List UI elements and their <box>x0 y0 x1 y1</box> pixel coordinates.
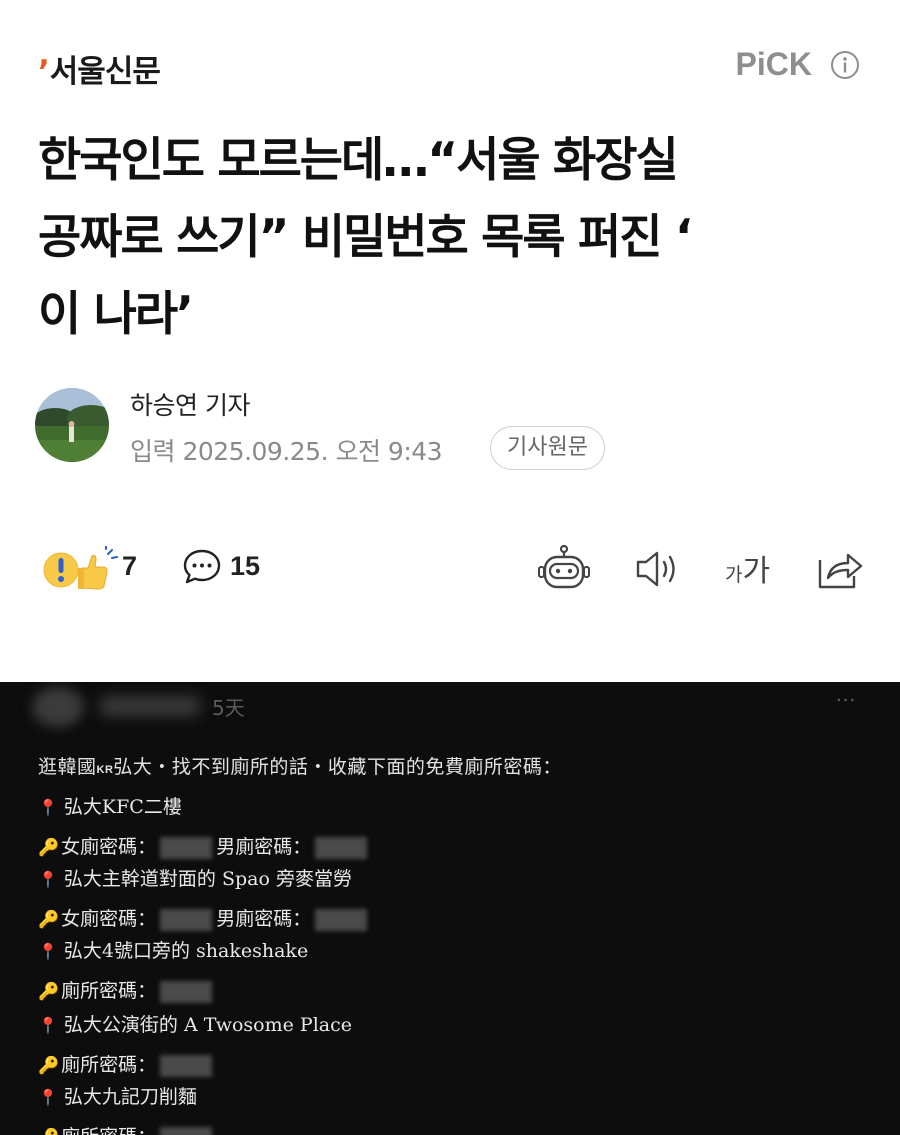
blurred-password <box>315 909 368 931</box>
share-icon[interactable] <box>814 544 868 594</box>
entry-place: 弘大4號口旁的 shakeshake <box>63 940 309 962</box>
blurred-avatar <box>32 687 84 727</box>
article-dateline: 입력 2025.09.25. 오전 9:43 <box>130 437 443 466</box>
article-toolbar: 7 15 가가 <box>0 540 900 600</box>
toilet-entry: 📍 弘大公演街的 A Twosome Place 🔑 廁所密碼： <box>38 1010 352 1077</box>
reaction-icon[interactable] <box>42 546 120 592</box>
font-size-small-label: 가 <box>725 564 743 586</box>
headline-line-2: 공짜로 쓰기” 비밀번호 목록 퍼진 ‘ <box>38 210 693 265</box>
toilet-entry: 📍 弘大主幹道對面的 Spao 旁麥當勞 🔑 女廁密碼： 男廁密碼： <box>38 864 368 931</box>
key-icon: 🔑 <box>38 1128 59 1135</box>
entry-pw1: 廁所密碼： <box>61 1054 157 1076</box>
font-size-button[interactable]: 가가 <box>725 546 770 590</box>
key-icon: 🔑 <box>38 910 60 930</box>
post-intro-text: 逛韓國KR弘大・找不到廁所的話・收藏下面的免費廁所密碼： <box>38 752 562 779</box>
toilet-entry: 📍 弘大KFC二樓 🔑 女廁密碼： 男廁密碼： <box>38 792 368 859</box>
article-header: ’서울신문 PiCK <box>0 0 900 110</box>
comment-icon[interactable] <box>182 547 222 587</box>
ai-summary-robot-icon[interactable] <box>537 544 591 594</box>
audio-speaker-icon[interactable] <box>632 544 686 594</box>
intro-kr: KR <box>96 764 114 776</box>
press-logo-mark: ’ <box>38 54 50 90</box>
entry-place: 弘大九記刀削麵 <box>63 1086 197 1108</box>
comment-count: 15 <box>230 551 261 581</box>
entry-pw2: 男廁密碼： <box>216 908 312 930</box>
blurred-username <box>100 696 200 716</box>
pin-icon: 📍 <box>38 870 58 889</box>
toilet-entry: 📍 弘大九記刀削麵 🔑廁所密碼： <box>38 1082 213 1135</box>
pin-icon: 📍 <box>38 798 58 817</box>
reporter-name[interactable]: 하승연 기자 <box>130 386 250 422</box>
entry-pw1: 廁所密碼： <box>61 980 157 1002</box>
blurred-password <box>160 1055 213 1077</box>
entry-pw1: 廁所密碼： <box>61 1126 156 1135</box>
intro-pre: 逛韓國 <box>38 756 97 778</box>
entry-place: 弘大KFC二樓 <box>63 796 182 818</box>
key-icon: 🔑 <box>38 1056 60 1076</box>
entry-pw1: 女廁密碼： <box>61 836 157 858</box>
key-icon: 🔑 <box>38 982 60 1002</box>
pin-icon: 📍 <box>38 1016 58 1035</box>
reaction-count: 7 <box>122 551 138 581</box>
article-headline: 한국인도 모르는데…“서울 화장실 공짜로 쓰기” 비밀번호 목록 퍼진 ‘ 이… <box>38 122 868 353</box>
more-options-icon: ··· <box>836 690 857 711</box>
original-article-button[interactable]: 기사원문 <box>490 426 605 470</box>
info-icon[interactable] <box>830 50 860 80</box>
reporter-avatar[interactable] <box>35 388 109 462</box>
headline-line-3: 이 나라’ <box>38 287 194 342</box>
font-size-large-label: 가 <box>742 554 771 589</box>
entry-place: 弘大公演街的 A Twosome Place <box>63 1014 352 1036</box>
blurred-password <box>160 837 213 859</box>
pin-icon: 📍 <box>38 1088 58 1107</box>
entry-place: 弘大主幹道對面的 Spao 旁麥當勞 <box>63 868 352 890</box>
toilet-entry: 📍 弘大4號口旁的 shakeshake 🔑 廁所密碼： <box>38 936 308 1003</box>
blurred-password <box>160 981 213 1003</box>
blurred-password <box>315 837 368 859</box>
entry-pw1: 女廁密碼： <box>61 908 157 930</box>
headline-line-1: 한국인도 모르는데…“서울 화장실 <box>38 133 679 188</box>
entry-pw2: 男廁密碼： <box>216 836 312 858</box>
press-name: 서울신문 <box>49 54 161 90</box>
intro-post: 弘大・找不到廁所的話・收藏下面的免費廁所密碼： <box>113 756 562 778</box>
key-icon: 🔑 <box>38 838 60 858</box>
pick-label: PiCK <box>735 46 812 82</box>
pin-icon: 📍 <box>38 942 58 961</box>
post-time: 5天 <box>212 696 245 720</box>
blurred-password <box>160 909 213 931</box>
embedded-post-screenshot: 5天 ··· 逛韓國KR弘大・找不到廁所的話・收藏下面的免費廁所密碼： 📍 弘大K… <box>0 682 900 1135</box>
blurred-password <box>160 1127 213 1135</box>
press-logo[interactable]: ’서울신문 <box>38 46 161 91</box>
